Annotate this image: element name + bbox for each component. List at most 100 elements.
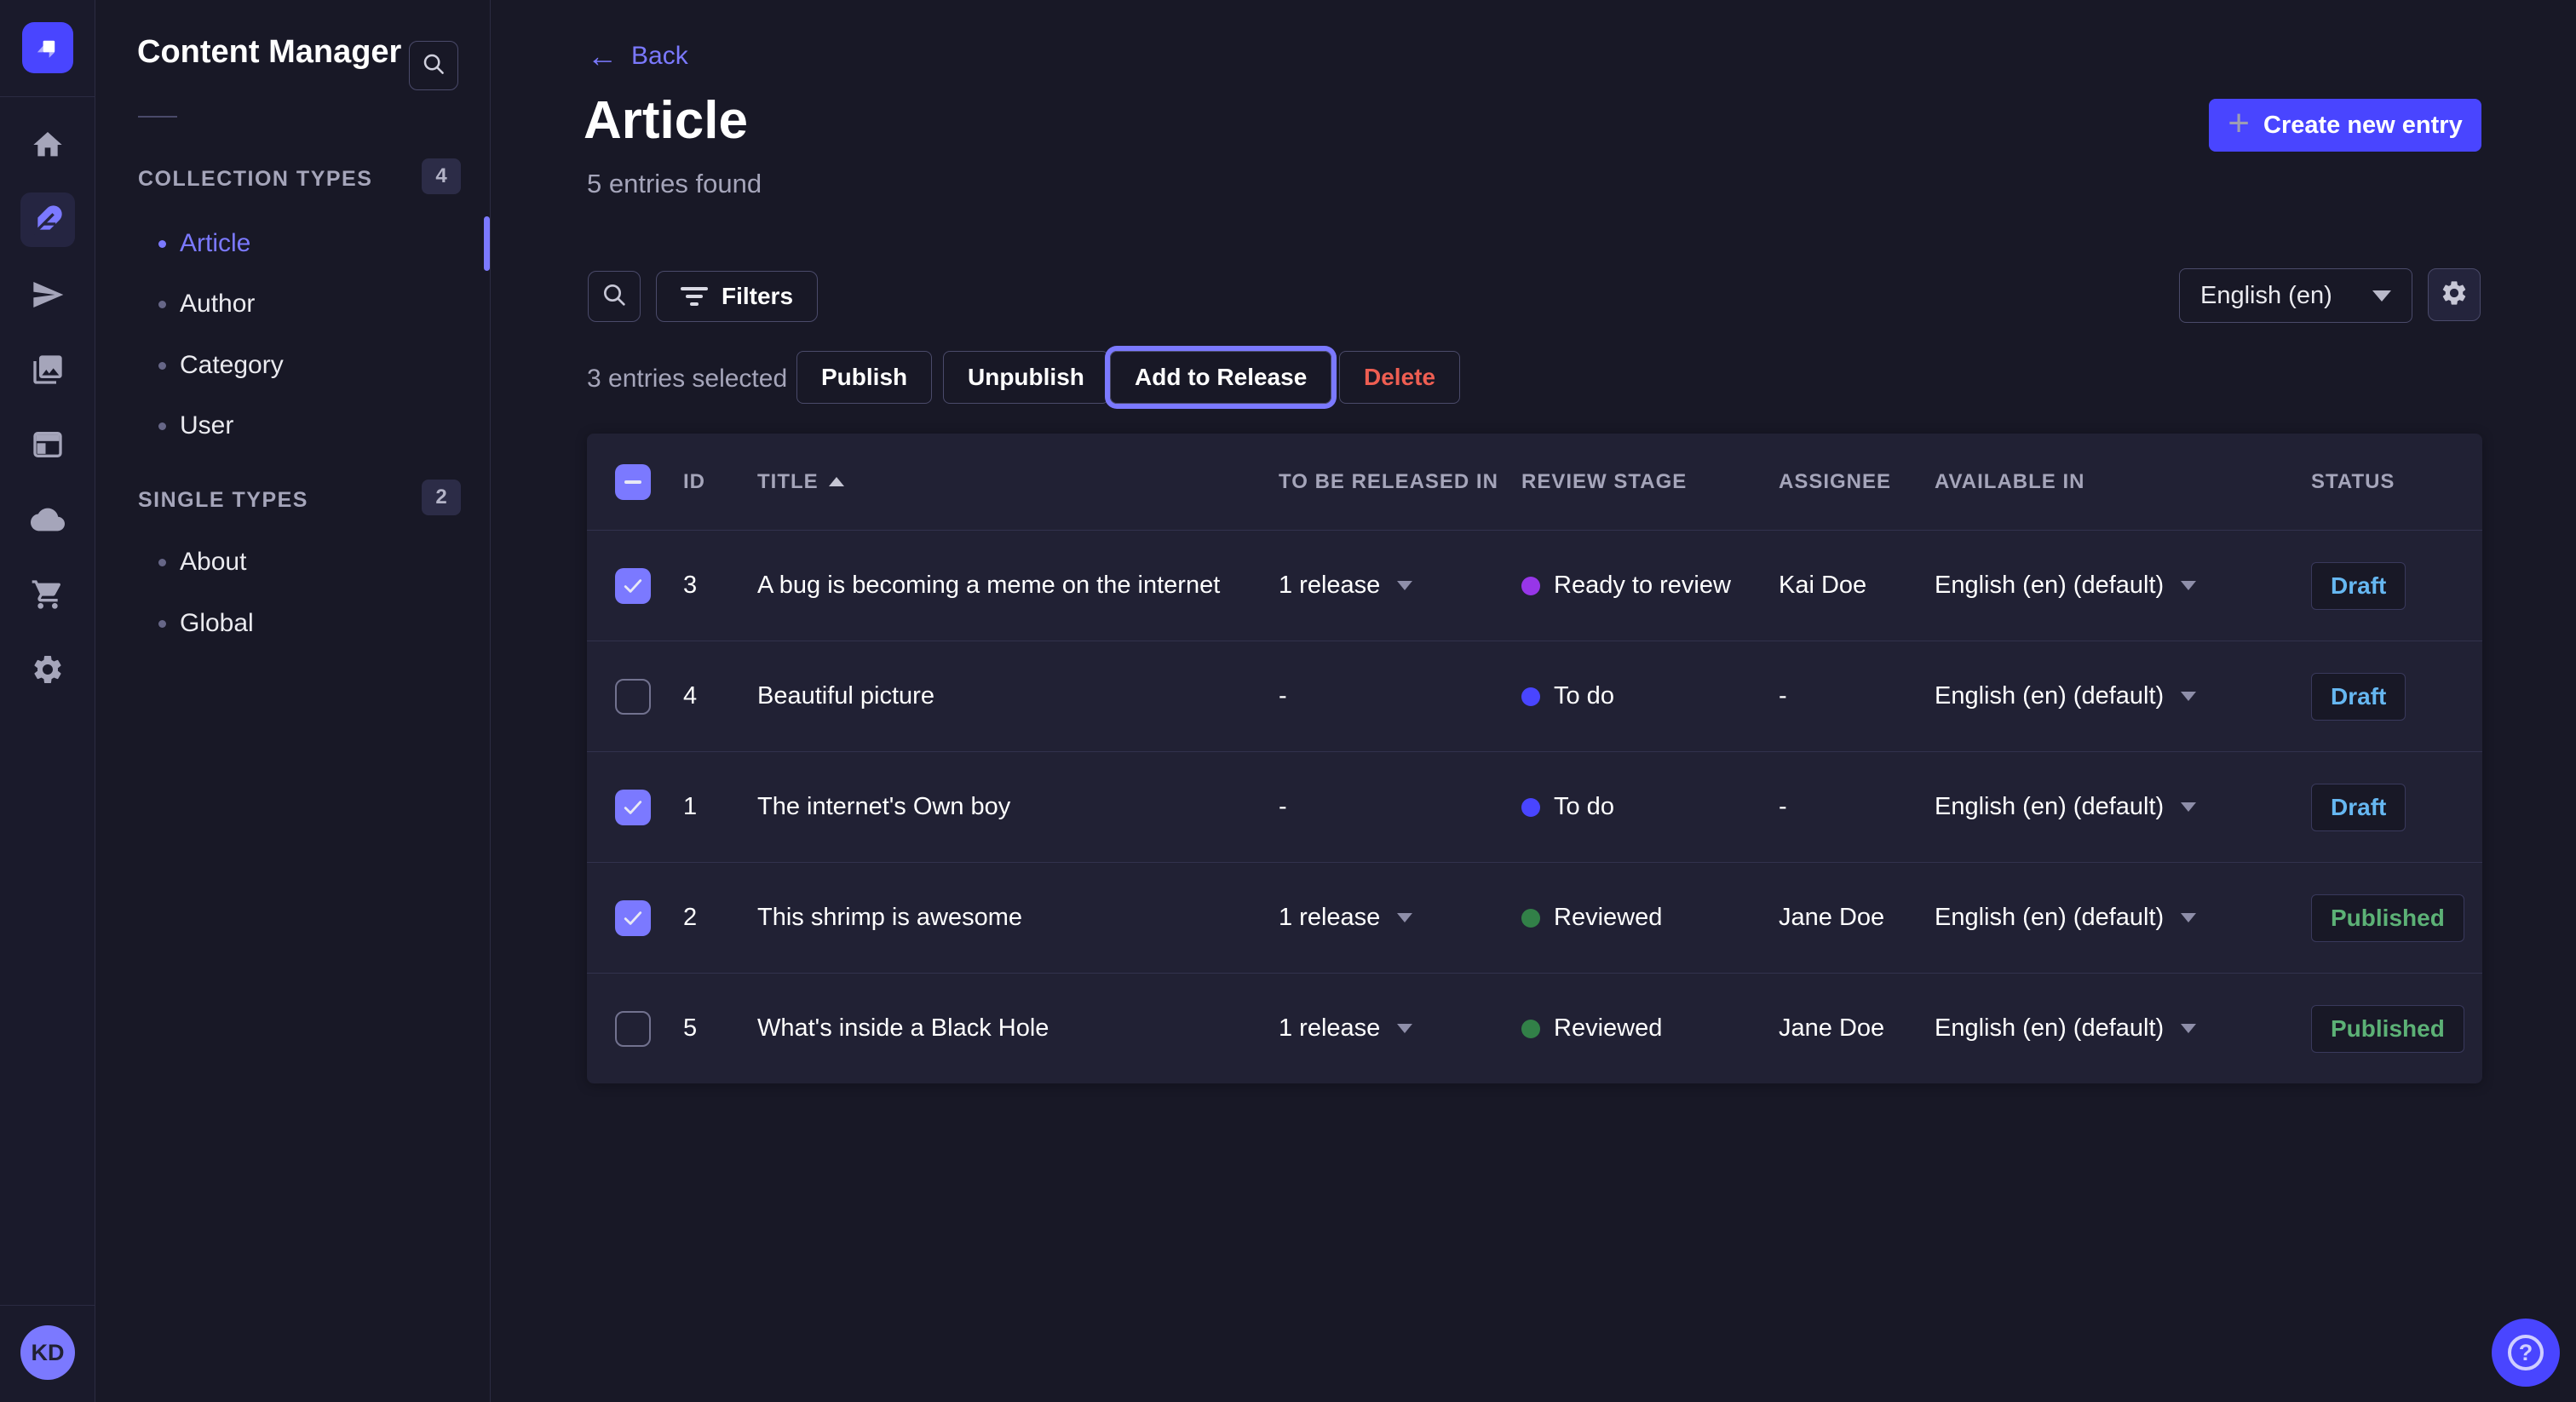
bullet-icon: [158, 620, 166, 628]
header-review-stage[interactable]: REVIEW STAGE: [1521, 470, 1779, 494]
marketplace-cart-icon[interactable]: [20, 567, 75, 622]
row-checkbox[interactable]: [615, 568, 651, 604]
cell-release[interactable]: 1 release: [1279, 572, 1521, 600]
row-checkbox[interactable]: [615, 900, 651, 936]
available-text: English (en) (default): [1935, 572, 2164, 600]
cell-available-in[interactable]: English (en) (default): [1935, 793, 2311, 821]
cell-id: 3: [683, 572, 757, 600]
strapi-logo[interactable]: [22, 22, 73, 73]
release-chevron-down-icon[interactable]: [1397, 581, 1412, 590]
sidebar-item-category[interactable]: Category: [96, 335, 490, 396]
cell-id: 4: [683, 682, 757, 710]
cell-release[interactable]: 1 release: [1279, 904, 1521, 932]
available-chevron-down-icon[interactable]: [2181, 1024, 2196, 1033]
content-type-builder-layout-icon[interactable]: [20, 417, 75, 472]
list-settings-button[interactable]: [2428, 268, 2481, 321]
cell-available-in[interactable]: English (en) (default): [1935, 904, 2311, 932]
locale-value: English (en): [2200, 282, 2332, 310]
status-badge: Draft: [2311, 673, 2406, 721]
rail-bottom-divider: [0, 1305, 95, 1306]
sort-ascending-icon: [829, 477, 844, 486]
release-text: -: [1279, 682, 1287, 710]
delete-button[interactable]: Delete: [1339, 351, 1460, 404]
table-row[interactable]: 4 Beautiful picture - To do - English (e…: [587, 641, 2482, 751]
available-chevron-down-icon[interactable]: [2181, 692, 2196, 701]
filters-button[interactable]: Filters: [656, 271, 818, 322]
available-chevron-down-icon[interactable]: [2181, 581, 2196, 590]
table-header-row: ID TITLE TO BE RELEASED IN REVIEW STAGE …: [587, 434, 2482, 530]
cell-id: 1: [683, 793, 757, 821]
cell-review-stage: Reviewed: [1521, 904, 1779, 932]
cell-assignee: Jane Doe: [1779, 1014, 1935, 1043]
available-chevron-down-icon[interactable]: [2181, 913, 2196, 922]
content-manager-feather-icon[interactable]: [20, 192, 75, 247]
unpublish-button[interactable]: Unpublish: [943, 351, 1109, 404]
cell-id: 2: [683, 904, 757, 932]
table-row[interactable]: 1 The internet's Own boy - To do - Engli…: [587, 751, 2482, 862]
stage-dot-icon: [1521, 687, 1540, 706]
back-label: Back: [631, 42, 688, 71]
settings-gear-icon[interactable]: [20, 642, 75, 697]
table-row[interactable]: 3 A bug is becoming a meme on the intern…: [587, 530, 2482, 641]
stage-label: To do: [1554, 682, 1614, 710]
list-search-button[interactable]: [588, 271, 641, 322]
release-chevron-down-icon[interactable]: [1397, 913, 1412, 922]
header-id[interactable]: ID: [683, 470, 757, 494]
header-available-in[interactable]: AVAILABLE IN: [1935, 470, 2311, 494]
cell-id: 5: [683, 1014, 757, 1043]
header-title[interactable]: TITLE: [757, 470, 1279, 494]
table-row[interactable]: 2 This shrimp is awesome 1 release Revie…: [587, 862, 2482, 973]
home-icon[interactable]: [20, 118, 75, 172]
cell-review-stage: To do: [1521, 682, 1779, 710]
active-item-indicator: [484, 216, 490, 271]
cell-status: Draft: [2311, 673, 2482, 721]
table-row[interactable]: 5 What's inside a Black Hole 1 release R…: [587, 973, 2482, 1083]
row-checkbox[interactable]: [615, 1011, 651, 1047]
cell-release[interactable]: -: [1279, 793, 1521, 821]
cell-available-in[interactable]: English (en) (default): [1935, 682, 2311, 710]
deploy-cloud-icon[interactable]: [20, 492, 75, 547]
stage-label: Ready to review: [1554, 572, 1731, 600]
subnav-search-button[interactable]: [409, 41, 458, 90]
back-link[interactable]: ← Back: [587, 41, 688, 72]
locale-select[interactable]: English (en): [2179, 268, 2412, 323]
cell-release[interactable]: -: [1279, 682, 1521, 710]
header-to-be-released-in[interactable]: TO BE RELEASED IN: [1279, 470, 1521, 494]
sidebar-item-article[interactable]: Article: [96, 213, 490, 274]
header-assignee[interactable]: ASSIGNEE: [1779, 470, 1935, 494]
single-types-count-badge: 2: [422, 480, 461, 515]
sidebar-item-global[interactable]: Global: [96, 593, 490, 654]
release-chevron-down-icon[interactable]: [1397, 1024, 1412, 1033]
sidebar-item-label: About: [180, 548, 246, 577]
cell-available-in[interactable]: English (en) (default): [1935, 1014, 2311, 1043]
sidebar-item-user[interactable]: User: [96, 395, 490, 457]
help-button[interactable]: ?: [2492, 1319, 2560, 1387]
filter-icon: [681, 287, 708, 306]
releases-paper-plane-icon[interactable]: [20, 267, 75, 322]
collection-types-count-badge: 4: [422, 158, 461, 194]
release-text: 1 release: [1279, 904, 1380, 932]
arrow-left-icon: ←: [587, 41, 618, 72]
add-to-release-button[interactable]: Add to Release: [1110, 351, 1331, 404]
cell-available-in[interactable]: English (en) (default): [1935, 572, 2311, 600]
stage-label: Reviewed: [1554, 1014, 1662, 1043]
available-chevron-down-icon[interactable]: [2181, 802, 2196, 812]
question-mark-icon: ?: [2508, 1335, 2544, 1370]
bullet-icon: [158, 301, 166, 308]
avatar[interactable]: KD: [20, 1325, 75, 1380]
media-library-images-icon[interactable]: [20, 342, 75, 397]
select-all-checkbox[interactable]: [615, 464, 651, 500]
create-new-entry-button[interactable]: + Create new entry: [2209, 99, 2481, 152]
main-content: ← Back Article 5 entries found + Create …: [492, 0, 2576, 1402]
sidebar-item-label: Category: [180, 351, 284, 380]
subnav-title: Content Manager: [137, 34, 401, 71]
publish-button[interactable]: Publish: [796, 351, 932, 404]
sidebar-item-about[interactable]: About: [96, 531, 490, 593]
row-checkbox[interactable]: [615, 679, 651, 715]
header-status[interactable]: STATUS: [2311, 470, 2482, 494]
search-icon: [421, 51, 446, 81]
row-checkbox[interactable]: [615, 790, 651, 825]
search-icon: [601, 281, 628, 313]
cell-release[interactable]: 1 release: [1279, 1014, 1521, 1043]
sidebar-item-author[interactable]: Author: [96, 273, 490, 335]
